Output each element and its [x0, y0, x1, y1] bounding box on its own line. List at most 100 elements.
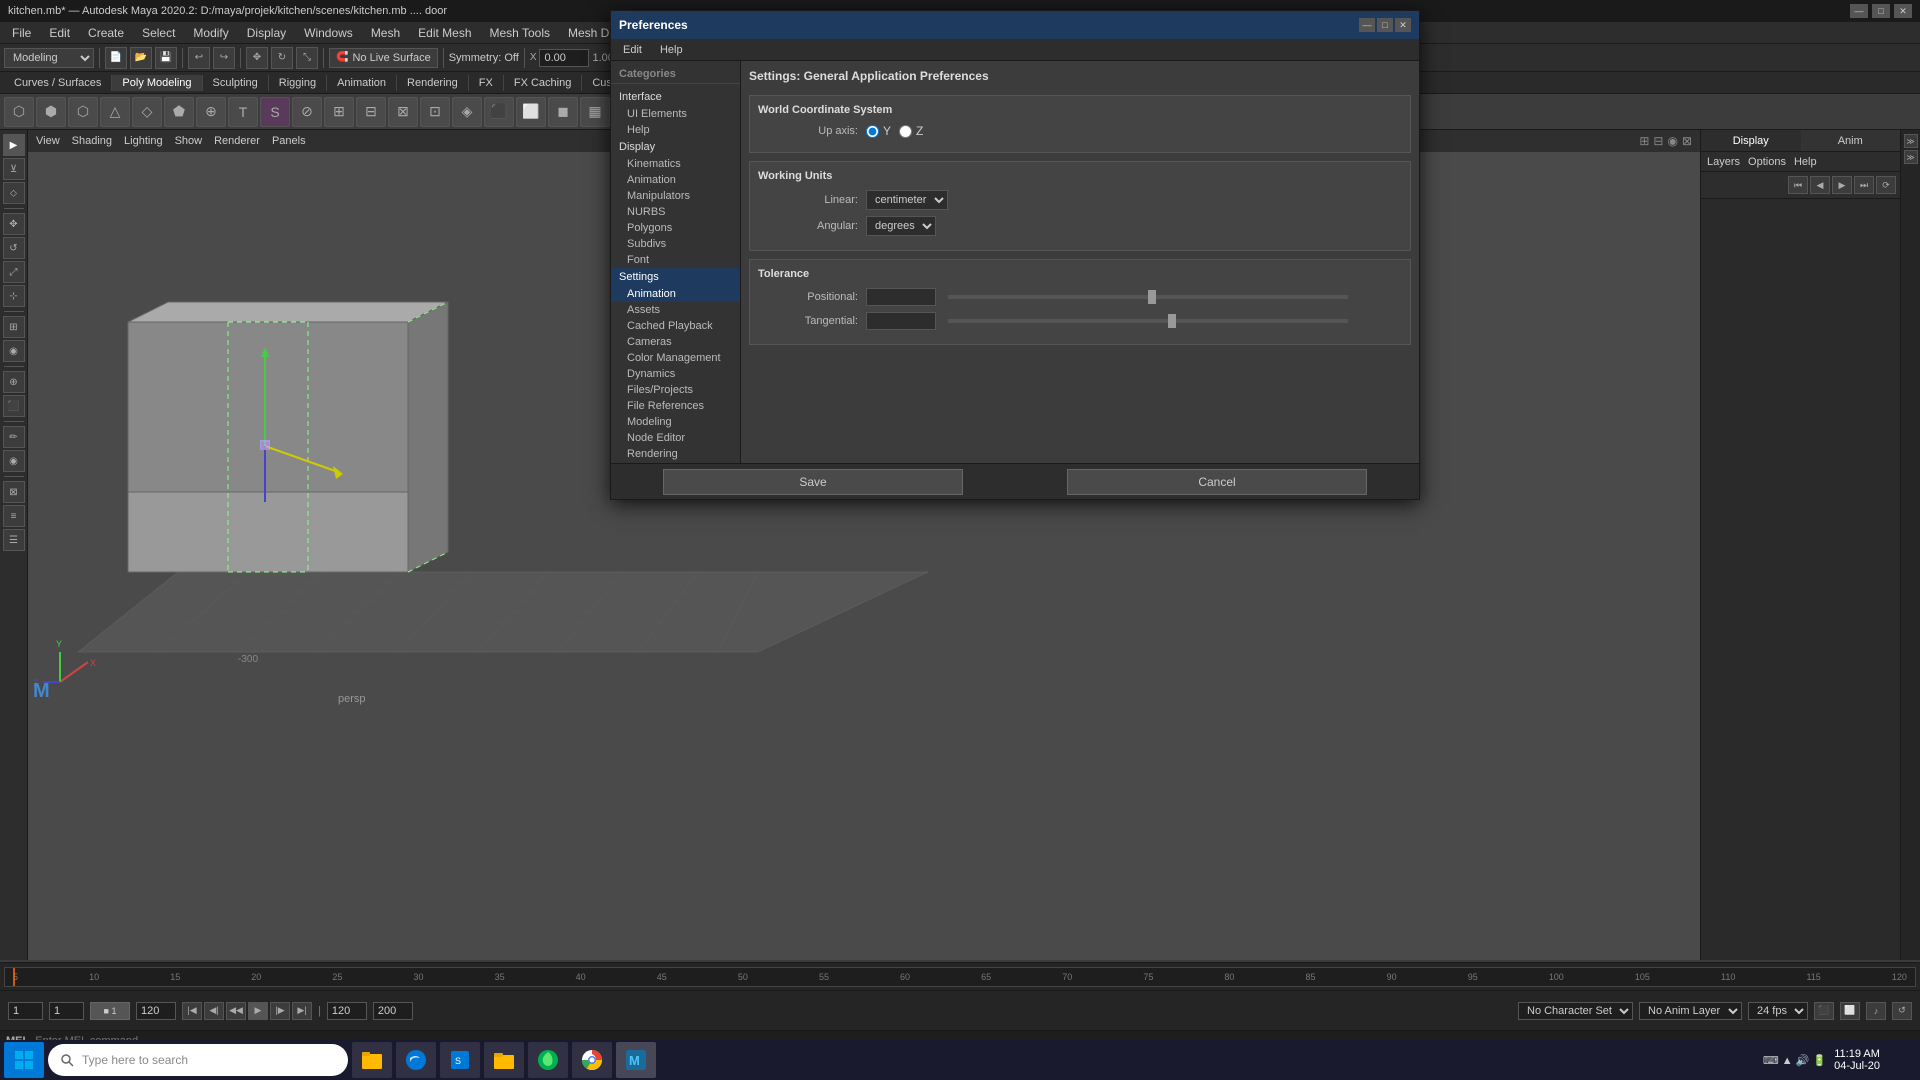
end-frame-input[interactable]	[136, 1002, 176, 1020]
prefs-cat-interface[interactable]: Interface	[611, 88, 740, 106]
play-forward-btn[interactable]: ▶	[248, 1002, 268, 1020]
prefs-item-assets[interactable]: Assets	[611, 302, 740, 318]
mode-dropdown[interactable]: Modeling	[4, 48, 94, 68]
shelf-tab-poly[interactable]: Poly Modeling	[112, 75, 202, 91]
prefs-save-btn[interactable]: Save	[663, 469, 963, 495]
shelf-icon-8[interactable]: T	[228, 97, 258, 127]
paint-tool-btn[interactable]: ⬦	[3, 182, 25, 204]
move-tool-btn[interactable]: ✥	[3, 213, 25, 235]
move-btn[interactable]: ✥	[246, 47, 268, 69]
show-desktop-btn[interactable]	[1888, 1042, 1908, 1078]
prefs-item-subdivs[interactable]: Subdivs	[611, 236, 740, 252]
prefs-cat-display[interactable]: Display	[611, 138, 740, 156]
tab-anim[interactable]: Anim	[1801, 130, 1901, 151]
taskbar-app-chrome[interactable]	[572, 1042, 612, 1078]
shelf-icon-13[interactable]: ⊠	[388, 97, 418, 127]
step-back-btn[interactable]: ◀|	[204, 1002, 224, 1020]
redo-btn[interactable]: ↪	[213, 47, 235, 69]
tab-display[interactable]: Display	[1701, 130, 1801, 151]
prefs-item-cached-playback[interactable]: Cached Playback	[611, 318, 740, 334]
prefs-item-manipulators[interactable]: Manipulators	[611, 188, 740, 204]
no-live-surface-btn[interactable]: 🧲 No Live Surface	[329, 48, 438, 68]
angular-dropdown[interactable]: degrees radians	[866, 216, 936, 236]
render-btn[interactable]: ◉	[3, 450, 25, 472]
sound-btn[interactable]: ♪	[1866, 1002, 1886, 1020]
taskbar-app-folder[interactable]	[484, 1042, 524, 1078]
shelf-tab-animation[interactable]: Animation	[327, 75, 397, 91]
open-btn[interactable]: 📂	[130, 47, 152, 69]
rp-btn-3[interactable]: ▶	[1832, 176, 1852, 194]
go-start-btn[interactable]: |◀	[182, 1002, 202, 1020]
shelf-icon-14[interactable]: ⊡	[420, 97, 450, 127]
attr-btn[interactable]: ☰	[3, 529, 25, 551]
shelf-icon-16[interactable]: ⬛	[484, 97, 514, 127]
key-btn[interactable]: ⬛	[1814, 1002, 1834, 1020]
viewport-icon-4[interactable]: ⊠	[1682, 134, 1692, 148]
fr-btn-1[interactable]: ≫	[1904, 134, 1918, 148]
viewport-menu-view[interactable]: View	[36, 135, 60, 147]
rotate-btn[interactable]: ↻	[271, 47, 293, 69]
object-btn[interactable]: ⬛	[3, 395, 25, 417]
universal-tool-btn[interactable]: ⊹	[3, 285, 25, 307]
rp-btn-1[interactable]: ⏮	[1788, 176, 1808, 194]
prefs-item-files-projects[interactable]: Files/Projects	[611, 382, 740, 398]
taskbar-app-store[interactable]: S	[440, 1042, 480, 1078]
viewport-menu-shading[interactable]: Shading	[72, 135, 112, 147]
channel-btn[interactable]: ≡	[3, 505, 25, 527]
up-axis-z-radio[interactable]: Z	[899, 124, 923, 138]
playback-start-input[interactable]	[327, 1002, 367, 1020]
taskbar-app-leaf[interactable]	[528, 1042, 568, 1078]
positional-input[interactable]: 0.01000	[866, 288, 936, 306]
soft-select-btn[interactable]: ◉	[3, 340, 25, 362]
viewport-menu-panels[interactable]: Panels	[272, 135, 306, 147]
prefs-item-rendering[interactable]: Rendering	[611, 446, 740, 462]
display-btn[interactable]: ⊠	[3, 481, 25, 503]
taskbar-app-explorer[interactable]	[352, 1042, 392, 1078]
menu-select[interactable]: Select	[134, 24, 183, 42]
playback-end-input[interactable]	[373, 1002, 413, 1020]
rp-menu-options[interactable]: Options	[1748, 156, 1786, 168]
menu-create[interactable]: Create	[80, 24, 132, 42]
rp-menu-layers[interactable]: Layers	[1707, 156, 1740, 168]
prefs-cat-settings[interactable]: Settings	[611, 268, 740, 286]
start-button[interactable]	[4, 1042, 44, 1078]
shelf-icon-11[interactable]: ⊞	[324, 97, 354, 127]
prefs-item-cameras[interactable]: Cameras	[611, 334, 740, 350]
shelf-icon-7[interactable]: ⊕	[196, 97, 226, 127]
prefs-minimize-btn[interactable]: —	[1359, 18, 1375, 32]
tangential-input[interactable]: 0.10000	[866, 312, 936, 330]
paint2-btn[interactable]: ✏	[3, 426, 25, 448]
shelf-icon-5[interactable]: ◇	[132, 97, 162, 127]
shelf-tab-curves[interactable]: Curves / Surfaces	[4, 75, 112, 91]
select-tool-btn[interactable]: ▶	[3, 134, 25, 156]
rotate-tool-btn[interactable]: ↺	[3, 237, 25, 259]
prefs-item-modeling[interactable]: Modeling	[611, 414, 740, 430]
prefs-item-dynamics[interactable]: Dynamics	[611, 366, 740, 382]
current-frame-input[interactable]	[49, 1002, 84, 1020]
scale-tool-btn[interactable]: ⤢	[3, 261, 25, 283]
tangential-slider[interactable]	[948, 319, 1348, 323]
shelf-icon-2[interactable]: ⬢	[36, 97, 66, 127]
prefs-item-polygons[interactable]: Polygons	[611, 220, 740, 236]
x-field[interactable]	[539, 49, 589, 67]
save-btn[interactable]: 💾	[155, 47, 177, 69]
shelf-tab-rigging[interactable]: Rigging	[269, 75, 327, 91]
shelf-icon-3[interactable]: ⬡	[68, 97, 98, 127]
loop-btn[interactable]: ↺	[1892, 1002, 1912, 1020]
component-btn[interactable]: ⊕	[3, 371, 25, 393]
menu-display[interactable]: Display	[239, 24, 294, 42]
menu-file[interactable]: File	[4, 24, 39, 42]
scale-btn[interactable]: ⤡	[296, 47, 318, 69]
taskbar-search[interactable]: Type here to search	[48, 1044, 348, 1076]
prefs-item-help[interactable]: Help	[611, 122, 740, 138]
shelf-tab-sculpting[interactable]: Sculpting	[203, 75, 269, 91]
prefs-maximize-btn[interactable]: □	[1377, 18, 1393, 32]
rp-btn-4[interactable]: ⏭	[1854, 176, 1874, 194]
taskbar-app-maya[interactable]: M	[616, 1042, 656, 1078]
shelf-icon-10[interactable]: ⊘	[292, 97, 322, 127]
prefs-item-color-management[interactable]: Color Management	[611, 350, 740, 366]
positional-slider[interactable]	[948, 295, 1348, 299]
shelf-icon-17[interactable]: ⬜	[516, 97, 546, 127]
prefs-item-settings-animation[interactable]: Animation	[611, 286, 740, 302]
menu-modify[interactable]: Modify	[185, 24, 236, 42]
